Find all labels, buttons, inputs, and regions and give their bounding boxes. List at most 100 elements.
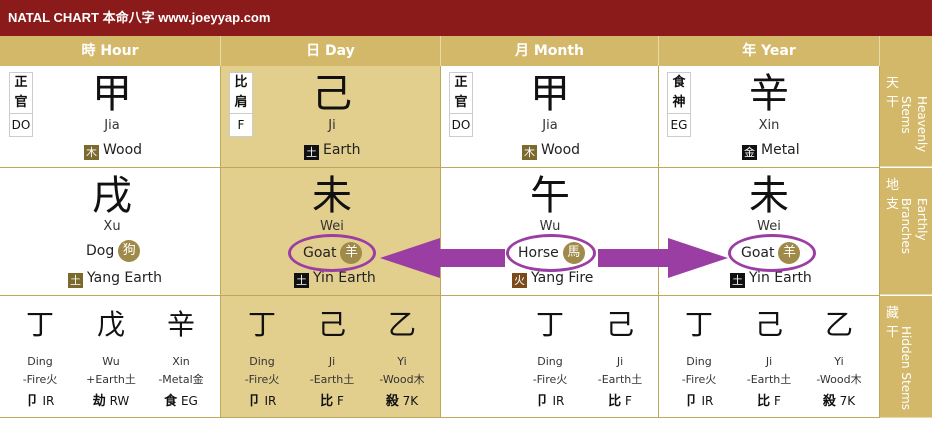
stem-element-label: Earth [323,142,361,158]
hidden-stem-god-abbr: F [624,394,632,408]
hidden-stem-god: 比 F [584,391,656,412]
branch-char: 未 [312,173,352,219]
header-side-blank [880,36,932,66]
header-month: 月 Month [441,36,659,66]
hidden-stem-god-cn: 食 [164,394,178,409]
metal-icon: 金 [742,145,757,160]
hidden-stem-god-abbr: IR [42,394,55,408]
hidden-stem: 戊 Wu +Earth土 劫 RW [75,305,147,412]
header-year: 年 Year [659,36,880,66]
side-label-earthly-branches: 地支 Earthly Branches [880,168,932,295]
stem-element: 金 Metal [742,142,800,160]
hidden-stem-char: 乙 [824,308,853,341]
highlight-ring [506,234,596,272]
hidden-stem-element: -Wood木 [816,373,862,386]
hidden-stem: 乙 Yi -Wood木 殺 7K [803,305,875,412]
row-divider [0,417,880,418]
branch-element-label: Yin Earth [313,270,376,286]
highlight-ring [288,234,376,272]
hidden-stem-god-cn: 殺 [822,394,836,409]
hidden-stem-element: +Earth土 [86,373,136,386]
hidden-stem-char: 己 [605,308,634,341]
hidden-stem-pinyin: Ding [27,355,53,368]
stem-char: 己 [312,71,352,117]
hidden-stem-god-cn: 劫 [92,394,106,409]
hidden-stem-god: 食 EG [145,391,217,412]
hidden-stem-char: 丁 [247,308,276,341]
ten-god-cn: 正 [14,75,28,90]
branch-element: 土 Yin Earth [730,270,812,288]
hidden-stem-char: 戊 [96,308,125,341]
branch-pinyin: Wei [757,219,781,234]
earth-icon: 土 [730,273,745,288]
hidden-stem-pinyin: Ding [249,355,275,368]
chart-title: NATAL CHART 本命八字 www.joeyyap.com [0,0,932,36]
hidden-stem-element: -Wood木 [379,373,425,386]
hidden-stem-god-cn: 卩 [25,394,39,409]
stem-pinyin: Jia [542,118,558,133]
stem-element: 土 Earth [304,142,361,160]
hidden-stem-char: 丁 [25,308,54,341]
hidden-stem-pinyin: Ji [765,355,773,368]
wood-icon: 木 [522,145,537,160]
branch-element: 火 Yang Fire [512,270,593,288]
row-divider [0,295,880,296]
stem-char: 甲 [92,71,132,117]
ten-god-cn: 官 [454,95,468,110]
hidden-stem: 乙 Yi -Wood木 殺 7K [366,305,438,412]
hidden-stem-char: 乙 [387,308,416,341]
branch-char: 戌 [92,173,132,219]
hidden-stem-god-cn: 比 [757,394,771,409]
hidden-stem: 丁 Ding -Fire火 卩 IR [226,305,298,412]
hidden-stem-char: 己 [317,308,346,341]
side-label-hidden-stems: 藏干 Hidden Stems [880,296,932,418]
stem-pinyin: Jia [104,118,120,133]
hidden-stem: 辛 Xin -Metal金 食 EG [145,305,217,412]
hidden-stem-pinyin: Yi [397,355,407,368]
hidden-stem-god-cn: 比 [320,394,334,409]
ten-god-abbr: EG [668,113,690,136]
hidden-stem-god: 殺 7K [803,391,875,412]
hidden-stem: 己 Ji -Earth土 比 F [584,305,656,412]
hidden-stem-char: 辛 [166,308,195,341]
hidden-stem-god-cn: 卩 [684,394,698,409]
hidden-stem-god: 比 F [296,391,368,412]
stem-element-label: Metal [761,142,800,158]
hidden-stem-char: 丁 [684,308,713,341]
hidden-stem-god: 劫 RW [75,391,147,412]
stem-char: 甲 [530,71,570,117]
hidden-stem-pinyin: Xin [172,355,190,368]
hidden-stem-element: -Fire火 [532,373,568,386]
hidden-stem-element: -Earth土 [746,373,792,386]
header-day: 日 Day [221,36,441,66]
hidden-stem-pinyin: Ding [537,355,563,368]
side-label-heavenly-stems: 天干 Heavenly Stems [880,66,932,167]
branch-element-label: Yang Earth [87,270,162,286]
earth-icon: 土 [294,273,309,288]
hidden-stem-god-abbr: RW [109,394,130,408]
ten-god-abbr: DO [450,113,472,136]
ten-god-badge: 正 官 DO [449,72,473,137]
hidden-stem-god-abbr: EG [180,394,198,408]
hidden-stem-element: -Earth土 [309,373,355,386]
stem-element-label: Wood [541,142,581,158]
stem-element: 木 Wood [84,142,142,160]
branch-char: 午 [530,173,570,219]
hidden-stem-god-cn: 比 [608,394,622,409]
stem-pinyin: Ji [328,118,336,133]
branch-element: 土 Yang Earth [68,270,162,288]
hidden-stem-element: -Fire火 [681,373,717,386]
hidden-stem-element: -Metal金 [158,373,204,386]
highlight-ring [728,234,816,272]
branch-pinyin: Wu [539,219,561,234]
row-divider [0,167,880,168]
hidden-stem-god-cn: 卩 [535,394,549,409]
hidden-stem: 丁 Ding -Fire火 卩 IR [663,305,735,412]
wood-icon: 木 [84,145,99,160]
fire-icon: 火 [512,273,527,288]
hidden-stem-god-abbr: 7K [839,394,856,408]
hidden-stem: 己 Ji -Earth土 比 F [733,305,805,412]
hidden-stem-god-abbr: 7K [402,394,419,408]
ten-god-cn: 食 [672,75,686,90]
stem-char: 辛 [749,71,789,117]
